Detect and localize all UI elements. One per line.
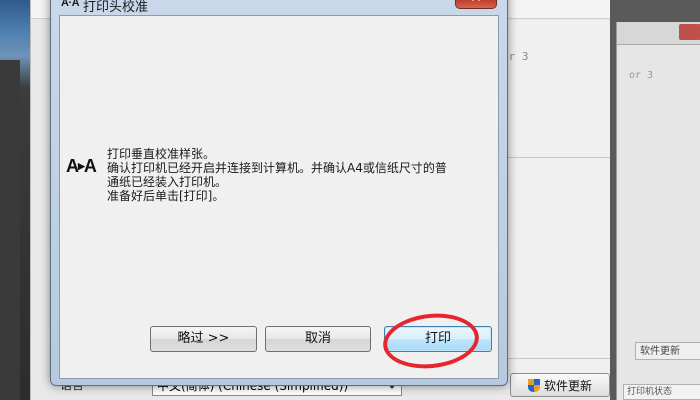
print-head-alignment-dialog: A·A 打印头校准 ✕ A▶A 打印垂直校准样张。 确认打印机已经开启并连接到计… bbox=[50, 0, 508, 386]
shield-icon bbox=[527, 378, 540, 392]
skip-button[interactable]: 略过 >> bbox=[150, 326, 257, 352]
close-icon[interactable] bbox=[679, 24, 700, 40]
instruction-line: 确认打印机已经开启并连接到计算机。并确认A4或信纸尺寸的普 bbox=[107, 161, 447, 175]
print-button[interactable]: 打印 bbox=[384, 326, 492, 352]
background-window-right: or 3 软件更新 打印机状态 bbox=[616, 22, 700, 400]
software-update-button[interactable]: 软件更新 bbox=[510, 373, 610, 397]
software-update-label: 软件更新 bbox=[543, 378, 592, 393]
right-window-hint-text: or 3 bbox=[629, 70, 654, 81]
app-logo-icon: A·A bbox=[61, 0, 80, 9]
background-window-panel bbox=[501, 20, 611, 380]
close-icon: ✕ bbox=[470, 0, 482, 6]
dialog-title: 打印头校准 bbox=[83, 0, 149, 15]
dialog-body: A▶A 打印垂直校准样张。 确认打印机已经开启并连接到计算机。并确认A4或信纸尺… bbox=[59, 15, 499, 379]
right-software-update-button[interactable]: 软件更新 bbox=[635, 342, 700, 360]
cancel-button[interactable]: 取消 bbox=[265, 326, 371, 352]
instruction-text: 打印垂直校准样张。 确认打印机已经开启并连接到计算机。并确认A4或信纸尺寸的普 … bbox=[107, 147, 487, 203]
instruction-line: 打印垂直校准样张。 bbox=[107, 147, 216, 161]
close-button[interactable]: ✕ bbox=[455, 0, 497, 9]
instruction-line: 通纸已经装入打印机。 bbox=[107, 175, 228, 189]
desktop-strip bbox=[0, 60, 20, 400]
print-alignment-icon: A▶A bbox=[66, 156, 97, 176]
right-printer-status-button[interactable]: 打印机状态 bbox=[623, 384, 700, 400]
instruction-line: 准备好后单击[打印]。 bbox=[107, 189, 225, 203]
